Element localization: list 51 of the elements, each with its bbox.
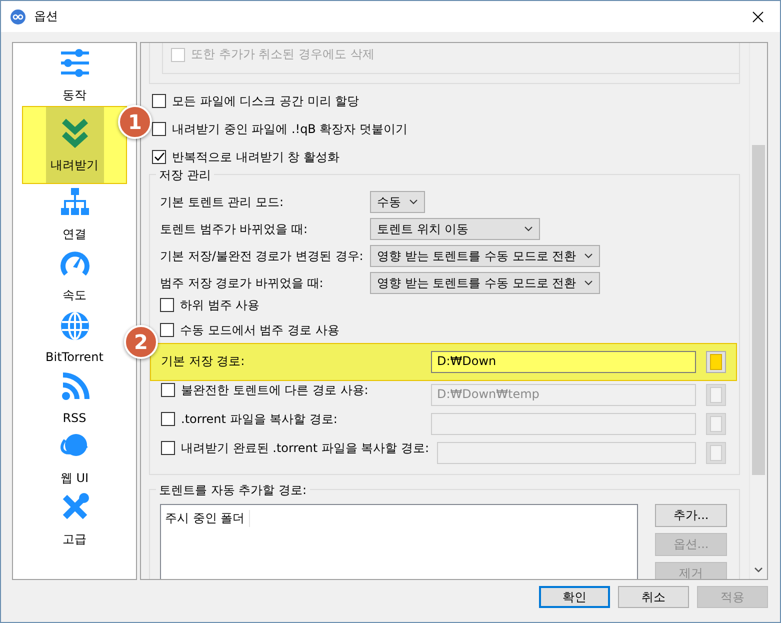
browse-button[interactable] — [706, 384, 726, 406]
app-icon — [10, 8, 26, 24]
dropdown[interactable]: 영향 받는 토렌트를 수동 모드로 전환 — [370, 272, 600, 294]
sidebar-item[interactable]: 웹 UI — [46, 428, 104, 489]
chevron-down-icon — [584, 280, 594, 286]
field-label: 기본 저장 경로: — [161, 353, 246, 370]
check-icon — [154, 152, 164, 162]
window-title: 옵션 — [34, 8, 58, 25]
column-header: 주시 중인 폴더 — [165, 510, 250, 526]
checkbox[interactable]: 모든 파일에 디스크 공간 미리 할당 — [152, 92, 360, 110]
folder-icon — [710, 445, 722, 461]
checkbox[interactable]: 내려받기 중인 파일에 .!qB 확장자 덧붙이기 — [152, 120, 408, 138]
step-badge: 1 — [118, 105, 152, 139]
dropdown[interactable]: 토렌트 위치 이동 — [370, 218, 540, 240]
chevron-down-icon — [409, 199, 418, 205]
path-field[interactable]: D:₩Down — [431, 350, 696, 372]
scrollbar-thumb[interactable] — [752, 145, 765, 475]
folder-icon — [710, 354, 722, 370]
folder-icon — [710, 416, 722, 432]
scroll-down-icon[interactable] — [754, 567, 763, 573]
close-icon[interactable] — [752, 10, 764, 22]
chevron-down-icon — [524, 226, 533, 232]
sidebar-item[interactable]: 고급 — [46, 489, 104, 550]
network-icon — [58, 186, 90, 218]
scrollbar[interactable] — [749, 43, 767, 579]
chevron-down-icon — [584, 253, 594, 259]
browse-button[interactable] — [706, 442, 726, 464]
sidebar-item[interactable]: 내려받기 — [46, 107, 104, 183]
list-button[interactable]: 추가... — [655, 504, 727, 526]
globe-icon — [58, 310, 90, 342]
checkbox[interactable]: 반복적으로 내려받기 창 활성화 — [152, 148, 340, 166]
dialog-button[interactable]: 확인 — [539, 586, 610, 608]
browse-button[interactable] — [706, 350, 726, 372]
sidebar-item[interactable]: 동작 — [46, 45, 104, 106]
field-label: 기본 저장/불완전 경로가 변경된 경우: — [160, 248, 364, 264]
dropdown[interactable]: 영향 받는 토렌트를 수동 모드로 전환 — [370, 245, 600, 267]
folder-list[interactable]: 주시 중인 폴더 — [160, 504, 638, 579]
sliders-icon — [58, 47, 90, 79]
field-label: 기본 토렌트 관리 모드: — [160, 194, 284, 210]
field-label: 범주 저장 경로가 바뀌었을 때: — [160, 274, 324, 292]
sidebar-item[interactable]: BitTorrent — [46, 306, 104, 367]
sidebar-item[interactable]: 연결 — [46, 184, 104, 245]
browse-button[interactable] — [706, 413, 726, 435]
dialog-button[interactable]: 취소 — [618, 586, 689, 608]
field-label: 토렌트 범주가 바뀌었을 때: — [160, 220, 308, 238]
sidebar-item[interactable]: 속도 — [46, 245, 104, 306]
folder-icon — [710, 387, 722, 403]
checkbox[interactable]: 수동 모드에서 범주 경로 사용 — [160, 322, 340, 338]
checkbox[interactable]: 하위 범주 사용 — [160, 296, 260, 314]
dropdown[interactable]: 수동 — [370, 191, 425, 213]
sidebar-item[interactable]: RSS — [46, 367, 104, 428]
